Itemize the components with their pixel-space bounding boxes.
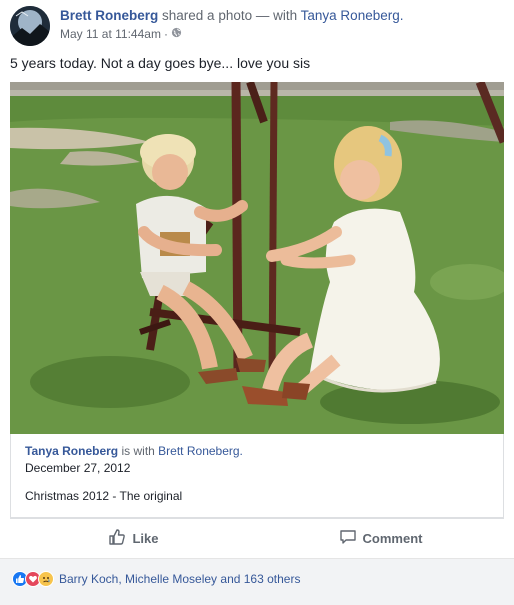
separator: · — [163, 27, 168, 41]
reaction-names[interactable]: Barry Koch, Michelle Moseley and 163 oth… — [59, 572, 300, 586]
post-status-text: 5 years today. Not a day goes bye... lov… — [10, 55, 311, 71]
like-button[interactable]: Like — [10, 519, 257, 557]
sad-reaction-icon[interactable] — [38, 571, 54, 587]
globe-icon[interactable] — [171, 27, 182, 41]
author-link[interactable]: Brett Roneberg — [60, 8, 158, 23]
tagged-user-link[interactable]: Tanya Roneberg. — [301, 8, 404, 23]
avatar[interactable] — [10, 6, 50, 46]
post-photo[interactable] — [10, 82, 504, 434]
post-timestamp[interactable]: May 11 at 11:44am — [60, 27, 161, 41]
post-header: Brett Roneberg shared a photo — with Tan… — [10, 6, 403, 46]
attachment-caption: Christmas 2012 - The original — [25, 489, 183, 503]
post-actions-bar: Like Comment — [10, 518, 504, 557]
photo-attachment-info: Tanya Roneberg is with Brett Roneberg. D… — [10, 434, 504, 518]
attachment-is-with: is with — [121, 444, 155, 458]
like-label: Like — [132, 530, 159, 546]
comment-label: Comment — [362, 530, 423, 546]
post-action: shared a photo — [162, 8, 253, 23]
comment-bubble-icon — [339, 528, 363, 549]
comment-button[interactable]: Comment — [257, 519, 504, 557]
attachment-date[interactable]: December 27, 2012 — [25, 461, 130, 475]
post-header-line: Brett Roneberg shared a photo — with Tan… — [60, 7, 403, 24]
attachment-author-link[interactable]: Tanya Roneberg — [25, 444, 118, 458]
with-prefix: — with — [255, 8, 298, 23]
thumbs-up-icon — [108, 528, 132, 549]
reactions-bar: Barry Koch, Michelle Moseley and 163 oth… — [0, 558, 514, 605]
attachment-with-link[interactable]: Brett Roneberg. — [158, 444, 243, 458]
